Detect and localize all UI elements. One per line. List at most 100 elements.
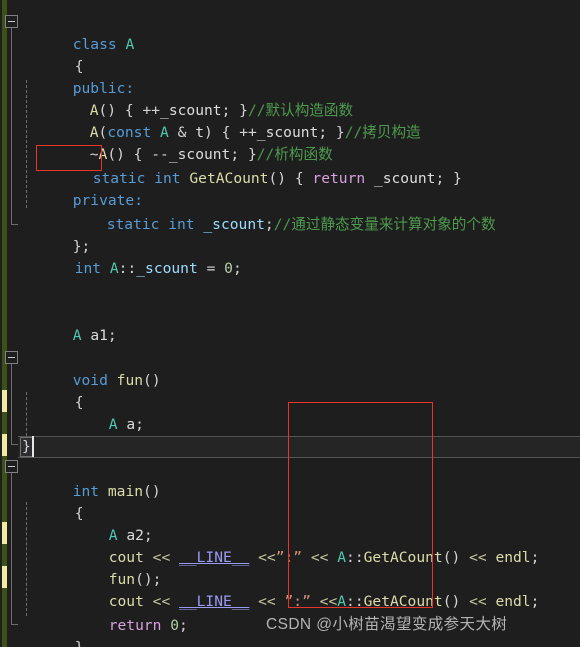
token-comment: //拷贝构造	[344, 123, 421, 141]
token-brace-close: }	[75, 639, 84, 647]
code-line[interactable]: return 0;	[56, 593, 188, 634]
code-line[interactable]: static int _scount;//通过静态变量来计算对象的个数	[54, 192, 496, 233]
token-fn-main: main	[107, 482, 144, 500]
code-line[interactable]: private:	[20, 168, 143, 209]
code-line[interactable]: }	[22, 615, 84, 647]
token-type-A: A	[109, 259, 119, 277]
outline-vline-main	[11, 473, 12, 624]
token-number-zero: 0	[224, 259, 233, 277]
code-line[interactable]: A() { ++_scount; }//默认构造函数	[37, 78, 353, 119]
code-line[interactable]: ~A() { --_scount; }//析构函数	[37, 122, 333, 163]
changebar-yellow-4	[2, 566, 7, 588]
code-line[interactable]: A a;	[56, 392, 144, 433]
code-line[interactable]: int main()	[20, 459, 161, 500]
code-line[interactable]: };	[20, 214, 91, 255]
changebar-yellow-3	[2, 522, 7, 544]
code-line[interactable]: {	[22, 370, 84, 411]
token-op-shift: <<	[310, 548, 329, 566]
fold-toggle-class[interactable]	[5, 15, 18, 28]
token-string-colon: ”:”	[284, 592, 311, 610]
token-fn-getacount: GetACount	[363, 548, 443, 566]
code-line[interactable]: {	[22, 34, 84, 75]
token-op-shift: <<	[469, 592, 487, 610]
code-line[interactable]: cout << __LINE__ << ”:” <<A::GetACount()…	[56, 569, 540, 610]
current-line-highlight[interactable]	[18, 436, 580, 458]
code-line[interactable]: A(const A & t) { ++_scount; }//拷贝构造	[37, 100, 421, 141]
code-line[interactable]: int A::_scount = 0;	[22, 236, 242, 277]
token-keyword-int: int	[74, 259, 102, 277]
token-id-endl: endl	[495, 548, 531, 566]
token-keyword-int: int	[168, 215, 195, 233]
token-keyword-return: return	[312, 169, 366, 187]
code-line[interactable]: fun();	[56, 547, 162, 588]
token-keyword-static: static	[106, 215, 160, 233]
token-brace-open: {	[294, 169, 304, 187]
token-macro-line: __LINE__	[179, 548, 250, 566]
token-brace-close: }	[453, 169, 462, 187]
changebar-yellow-2	[2, 434, 7, 456]
token-op-shift: <<	[319, 592, 338, 610]
token-keyword-return: return	[108, 616, 162, 634]
token-id-scount: _scount	[203, 215, 265, 233]
code-line[interactable]: void fun()	[20, 348, 161, 389]
code-line[interactable]: A a2;	[56, 503, 153, 544]
token-op-shift: <<	[258, 592, 276, 610]
token-number-zero: 0	[170, 616, 180, 634]
code-line[interactable]: public:	[20, 56, 135, 97]
fold-toggle-main[interactable]	[5, 460, 18, 473]
code-editor[interactable]: class A { public: A() { ++_scount; }//默认…	[0, 0, 580, 647]
code-line[interactable]: {	[22, 481, 84, 522]
outline-vfoot-fun	[11, 444, 18, 445]
token-scope: ::	[346, 592, 364, 610]
token-macro-line: __LINE__	[179, 592, 250, 610]
changebar-green-5	[2, 588, 7, 647]
code-line[interactable]: A a1;	[20, 303, 117, 344]
token-type-A: A	[337, 592, 347, 610]
token-semi: ;	[530, 592, 540, 610]
token-fn-getacount: GetACount	[363, 592, 443, 610]
text-caret	[32, 436, 34, 457]
token-op-shift: <<	[258, 548, 276, 566]
token-semi: ;	[179, 616, 188, 634]
token-id-scount: _scount	[373, 169, 436, 187]
token-paren: ()	[143, 482, 161, 500]
token-semi: ;	[530, 548, 540, 566]
changebar-green-2	[2, 412, 7, 434]
token-op-shift: <<	[469, 548, 487, 566]
token-scope: ::	[118, 259, 137, 277]
token-id-endl: endl	[495, 592, 531, 610]
changebar-yellow-1	[2, 390, 7, 412]
fold-toggle-fun[interactable]	[5, 351, 18, 364]
token-type-A: A	[337, 548, 347, 566]
token-scope: ::	[346, 548, 364, 566]
token-semi: ;	[232, 259, 242, 277]
token-type-A: A	[72, 326, 82, 344]
code-line[interactable]: cout << __LINE__ <<”:” << A::GetACount()…	[56, 525, 540, 566]
token-paren: ()	[268, 169, 295, 187]
code-line[interactable]: class A	[20, 12, 135, 53]
token-brace-close-matched: }	[20, 437, 33, 457]
token-paren: ()	[442, 548, 470, 566]
token-string-colon: ”:”	[275, 548, 303, 566]
code-line[interactable]: cout <<__LINE__ << ”:” << A::GetACount()…	[56, 414, 540, 455]
code-line[interactable]: static int GetACount() { return _scount;…	[40, 146, 462, 187]
outline-vfoot-main	[11, 624, 18, 625]
token-brace-close: }	[335, 123, 345, 141]
token-id-a1: a1	[90, 326, 108, 344]
